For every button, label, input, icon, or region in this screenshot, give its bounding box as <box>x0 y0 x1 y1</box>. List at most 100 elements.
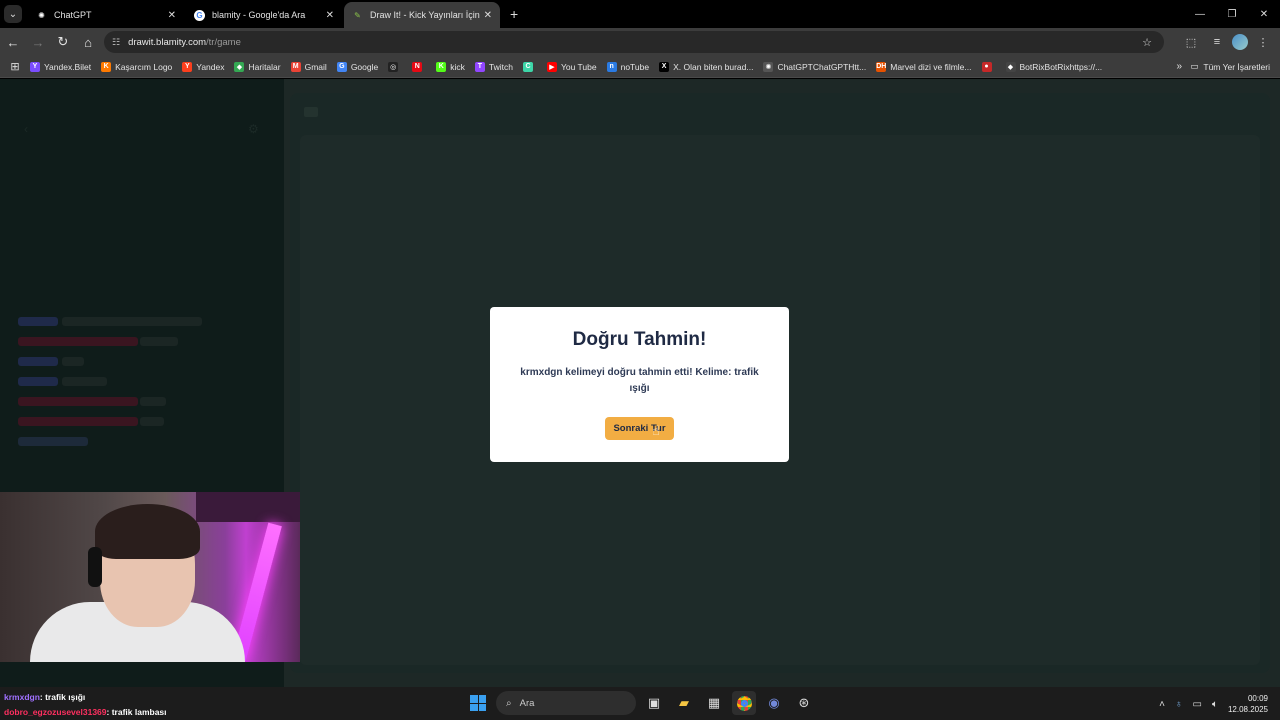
bookmark-item[interactable]: C <box>522 61 537 72</box>
bookmark-label: ChatGPTChatGPTHtt... <box>777 61 867 72</box>
bookmark-label: Yandex.Bilet <box>44 61 92 72</box>
bookmark-item[interactable]: ◎ <box>388 61 402 72</box>
volume-icon[interactable]: 🔈︎ <box>1212 699 1218 710</box>
tab-google-search[interactable]: G blamity - Google'da Ara ✕ <box>186 2 342 28</box>
minimize-icon[interactable]: — <box>1184 0 1216 28</box>
bookmark-label: noTube <box>620 61 650 72</box>
bookmark-item[interactable]: Y Yandex <box>182 61 224 72</box>
media-icon[interactable]: ≡ <box>1206 31 1228 53</box>
bookmark-item[interactable]: DH Marvel dizi ve filmle... <box>876 61 972 72</box>
microphone-icon[interactable]: ♁ <box>1175 699 1183 710</box>
extensions-icon[interactable]: ⬚ <box>1180 31 1202 53</box>
chat-text: : trafik ışığı <box>39 692 86 702</box>
bookmark-label: kick <box>450 61 465 72</box>
chevron-double-right-icon[interactable]: » <box>1176 61 1182 72</box>
network-icon[interactable]: ▭ <box>1193 699 1202 710</box>
bookmark-label: Twitch <box>488 61 513 72</box>
star-icon[interactable]: ☆ <box>1142 36 1152 49</box>
file-explorer-icon[interactable]: ▰ <box>672 691 696 715</box>
new-tab-button[interactable]: + <box>510 6 518 22</box>
discord-icon[interactable]: ◉ <box>762 691 786 715</box>
toolbar-actions: ⬚ ≡ ⋮ <box>1180 31 1274 53</box>
bookmark-item[interactable]: ✺ ChatGPTChatGPTHtt... <box>763 61 867 72</box>
chat-user: dobro_egzozusevel31369 <box>4 707 107 717</box>
headset <box>88 547 102 587</box>
chat-text: : trafik lambası <box>106 707 167 717</box>
bookmark-label: BotRixBotRixhttps://... <box>1019 61 1103 72</box>
bookmark-item[interactable]: X X. Olan biten burad... <box>659 61 753 72</box>
bookmark-favicon-icon: n <box>606 61 617 72</box>
address-bar[interactable]: ☷ drawit.blamity.com/tr/game ☆ <box>104 31 1164 53</box>
bookmark-item[interactable]: Kkick <box>436 61 465 72</box>
bookmark-label: Kaşarcım Logo <box>115 61 173 72</box>
chevron-up-icon[interactable]: ˄ <box>1159 699 1165 710</box>
tab-title: Draw It! - Kick Yayınları İçin Çiz <box>370 10 480 20</box>
chrome-icon[interactable] <box>732 691 756 715</box>
bookmark-item[interactable]: n noTube <box>606 61 650 72</box>
brush-icon: ✎ <box>354 10 361 20</box>
bookmark-item[interactable]: ▶ You Tube <box>546 61 597 72</box>
taskbar-search[interactable]: ⌕ Ara <box>496 691 636 715</box>
bookmark-item[interactable]: Y Yandex.Bilet <box>30 61 92 72</box>
hand-cursor-icon: ☝ <box>652 423 660 438</box>
bookmark-item[interactable]: ● <box>981 61 996 72</box>
tab-chatgpt[interactable]: ✺ ChatGPT ✕ <box>28 2 184 28</box>
start-button[interactable] <box>466 691 490 715</box>
close-icon[interactable]: ✕ <box>484 10 492 21</box>
bookmark-label: Google <box>350 61 379 72</box>
tab-draw-it[interactable]: ✎ Draw It! - Kick Yayınları İçin Çiz ✕ <box>344 2 500 28</box>
profile-avatar[interactable] <box>1232 34 1248 50</box>
reload-icon[interactable]: ↻ <box>51 30 75 54</box>
bookmark-favicon-icon: ● <box>981 61 992 72</box>
stream-chat-overlay: krmxdgn: trafik ışığı dobro_egzozusevel3… <box>4 690 167 720</box>
clock[interactable]: 00:09 12.08.2025 <box>1228 693 1268 715</box>
all-bookmarks-button[interactable]: ▭ Tüm Yer İşaretleri <box>1190 61 1270 72</box>
all-bookmarks-label: Tüm Yer İşaretleri <box>1203 61 1270 72</box>
home-icon[interactable]: ⌂ <box>76 30 100 54</box>
bookmark-item[interactable]: ◆ BotRixBotRixhttps://... <box>1005 61 1103 72</box>
chat-line <box>140 417 164 426</box>
windows-taskbar: ⌕ Ara ▣ ▰ ▦ ◉ ⊛ ˄ ♁ ▭ 🔈︎ 00:09 12.08.202… <box>0 687 1280 720</box>
apps-grid-icon[interactable]: ⊞ <box>0 60 30 73</box>
steam-icon[interactable]: ⊛ <box>792 691 816 715</box>
menu-kebab-icon[interactable]: ⋮ <box>1252 31 1274 53</box>
url-path: /tr/game <box>206 36 241 48</box>
forward-arrow-icon[interactable]: → <box>26 30 50 54</box>
search-placeholder: Ara <box>519 697 535 709</box>
bookmark-item[interactable]: N <box>412 61 426 72</box>
bookmark-item[interactable]: G Google <box>336 61 379 72</box>
next-round-button[interactable]: Sonraki Tur <box>605 417 674 440</box>
site-info-icon[interactable]: ☷ <box>112 37 120 48</box>
restore-icon[interactable]: ❐ <box>1216 0 1248 28</box>
bookmark-item[interactable]: K Kaşarcım Logo <box>101 61 173 72</box>
modal-message: krmxdgn kelimeyi doğru tahmin etti! Keli… <box>520 367 759 394</box>
tab-strip: ⌄ ✺ ChatGPT ✕ G blamity - Google'da Ara … <box>0 0 1280 28</box>
close-window-icon[interactable]: ✕ <box>1248 0 1280 28</box>
bookmark-label: Marvel dizi ve filmle... <box>890 61 972 72</box>
bookmark-item[interactable]: ◆ Haritalar <box>234 61 281 72</box>
bookmark-favicon-icon: K <box>436 61 447 72</box>
chat-line <box>62 317 202 326</box>
task-view-icon[interactable]: ▣ <box>642 691 666 715</box>
bookmark-item[interactable]: M Gmail <box>290 61 327 72</box>
bookmark-favicon-icon: K <box>101 61 112 72</box>
chat-line <box>18 317 58 326</box>
close-icon[interactable]: ✕ <box>168 10 176 21</box>
chat-line <box>18 437 88 446</box>
bookmark-item[interactable]: T Twitch <box>474 61 513 72</box>
chat-line <box>140 397 166 406</box>
close-icon[interactable]: ✕ <box>326 10 334 21</box>
store-icon[interactable]: ▦ <box>702 691 726 715</box>
back-arrow-icon[interactable]: ← <box>1 30 25 54</box>
bookmark-label: You Tube <box>560 61 597 72</box>
tab-search-button[interactable]: ⌄ <box>4 5 22 23</box>
bookmark-favicon-icon: ✺ <box>763 61 774 72</box>
chat-line <box>18 337 138 346</box>
bookmark-favicon-icon: N <box>412 61 423 72</box>
webcam-overlay <box>0 492 300 662</box>
system-tray: ˄ ♁ ▭ 🔈︎ 00:09 12.08.2025 <box>1159 693 1268 715</box>
chat-line <box>18 417 138 426</box>
settings-icon: ⚙ <box>248 122 259 136</box>
bookmark-favicon-icon: Y <box>30 61 40 72</box>
bookmark-favicon-icon: ▶ <box>546 61 557 72</box>
